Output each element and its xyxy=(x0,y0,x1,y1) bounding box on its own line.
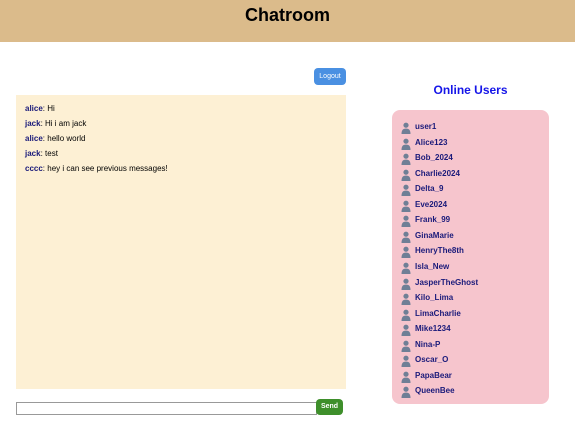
user-icon xyxy=(401,121,411,134)
message-text: : hey i can see previous messages! xyxy=(42,164,168,173)
online-user-name: Kilo_Lima xyxy=(415,293,454,303)
message-input[interactable] xyxy=(16,402,317,415)
online-user-name: HenryThe8th xyxy=(415,246,464,256)
user-icon xyxy=(401,370,411,383)
chat-message: jack: test xyxy=(25,149,58,158)
online-user-name: Delta_9 xyxy=(415,184,444,194)
user-icon xyxy=(401,292,411,306)
message-username: jack xyxy=(25,119,41,128)
header-bar: Chatroom xyxy=(0,0,575,42)
user-icon xyxy=(401,137,411,150)
message-text: : hello world xyxy=(42,134,86,143)
message-username: alice xyxy=(25,104,43,113)
user-icon xyxy=(401,199,411,212)
online-user-name: Alice123 xyxy=(415,137,448,147)
online-user-name: user1 xyxy=(415,122,437,131)
user-icon xyxy=(401,214,411,228)
user-icon xyxy=(401,152,411,166)
online-user-name: Charlie2024 xyxy=(415,168,460,178)
message-text: : test xyxy=(40,149,58,158)
user-icon xyxy=(401,354,411,368)
chat-message: cccc: hey i can see previous messages! xyxy=(25,164,168,173)
online-user-name: GinaMarie xyxy=(415,230,454,240)
online-user-name: Oscar_O xyxy=(415,355,449,365)
online-user-name: LimaCharlie xyxy=(415,308,461,318)
user-icon xyxy=(401,385,411,399)
online-users-title: Online Users xyxy=(433,83,508,97)
online-user-name: Isla_New xyxy=(415,261,450,271)
user-icon xyxy=(401,261,411,274)
message-username: jack xyxy=(25,149,41,158)
user-icon xyxy=(401,183,411,197)
chat-message: jack: Hi i am jack xyxy=(25,119,86,128)
user-icon xyxy=(401,245,411,259)
online-user-name: Bob_2024 xyxy=(415,153,453,163)
user-icon xyxy=(401,277,411,290)
online-user-name: Mike1234 xyxy=(415,324,451,334)
user-icon xyxy=(401,230,411,243)
message-text: : Hi xyxy=(42,104,55,113)
chat-messages-panel: alice: Hi jack: Hi i am jack alice: hell… xyxy=(16,95,346,389)
message-username: alice xyxy=(25,134,43,143)
user-icon xyxy=(401,168,411,181)
online-user-name: PapaBear xyxy=(415,370,452,380)
online-user-name: JasperTheGhost xyxy=(415,277,479,287)
send-button[interactable]: Send xyxy=(316,399,343,415)
logout-button[interactable]: Logout xyxy=(314,68,346,85)
online-user-name: Frank_99 xyxy=(415,215,451,225)
message-text: : Hi i am jack xyxy=(40,119,87,128)
page-title: Chatroom xyxy=(245,5,330,25)
online-users-panel: user1 Alice123 Bob_2024 Charlie2024 Delta_9 E… xyxy=(392,110,549,404)
user-icon xyxy=(401,308,411,321)
online-user-name: QueenBee xyxy=(415,386,455,396)
online-user-name: Eve2024 xyxy=(415,199,448,209)
user-icon xyxy=(401,339,411,352)
online-user-name: Nina-P xyxy=(415,339,441,349)
chat-message: alice: Hi xyxy=(25,104,55,113)
message-username: cccc xyxy=(25,164,43,173)
chat-message: alice: hello world xyxy=(25,134,85,143)
user-icon xyxy=(401,323,411,337)
